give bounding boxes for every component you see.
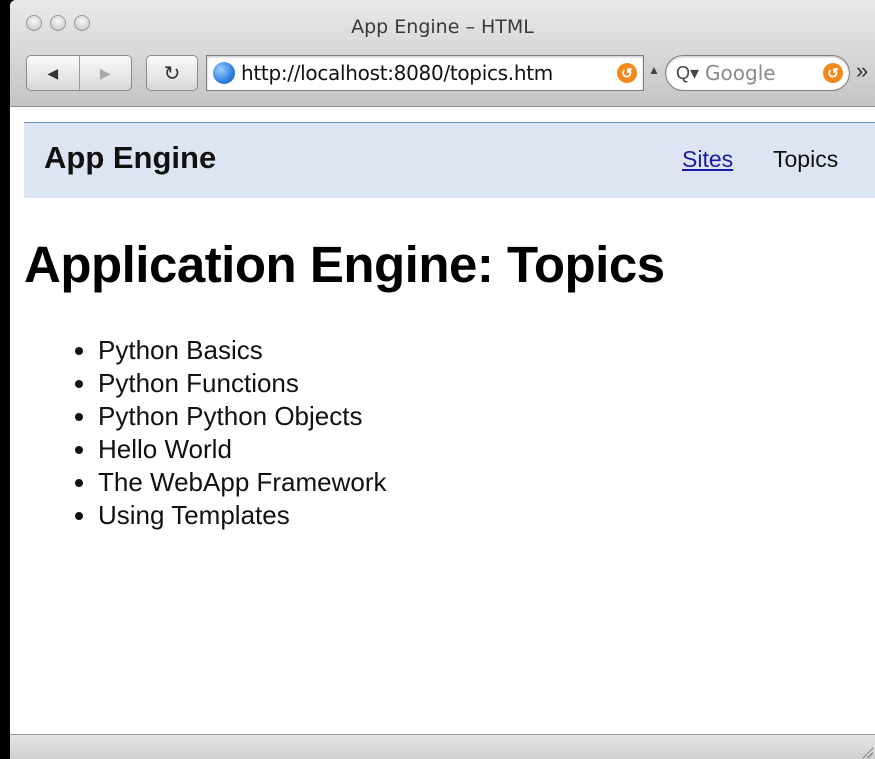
forward-button[interactable]: ▶ [78,56,132,90]
topics-list: Python Basics Python Functions Python Py… [30,334,387,532]
globe-icon [213,62,235,84]
search-placeholder: Google [705,61,776,85]
site-header: App Engine Sites Topics [24,122,875,198]
back-arrow-icon: ◀ [47,64,59,81]
status-bar [10,734,875,759]
address-url[interactable]: http://localhost:8080/topics.htm [241,61,553,85]
forward-arrow-icon: ▶ [99,64,111,81]
window-title: App Engine – HTML [351,16,534,38]
nav-item-topics: Topics [773,146,839,172]
list-item: Hello World [98,433,387,466]
list-item: Python Functions [98,367,387,400]
reload-button[interactable]: ↻ [146,55,198,91]
page-title: Application Engine: Topics [24,236,665,293]
back-button[interactable]: ◀ [27,56,79,90]
reload-icon: ↻ [163,62,181,85]
nav-link-sites[interactable]: Sites [682,146,733,173]
search-snapback-icon[interactable]: ↺ [823,63,843,83]
snapback-icon[interactable]: ↺ [617,63,637,83]
list-item: Python Basics [98,334,387,367]
page-content: App Engine Sites Topics Application Engi… [10,107,875,734]
browser-window: App Engine – HTML ◀ ▶ ↻ http://localhost… [10,0,875,759]
caret-up-icon[interactable]: ▲ [648,63,660,77]
list-item: Python Python Objects [98,400,387,433]
resize-grip-icon[interactable] [861,746,873,758]
toolbar-overflow-icon[interactable]: » [856,58,868,84]
address-bar[interactable]: http://localhost:8080/topics.htm ↺ [206,55,644,91]
browser-toolbar: App Engine – HTML ◀ ▶ ↻ http://localhost… [10,0,875,107]
list-item: The WebApp Framework [98,466,387,499]
history-navigation: ◀ ▶ [26,55,132,91]
search-field[interactable]: Q▾ Google ↺ [665,55,850,91]
search-icon[interactable]: Q▾ [676,63,699,84]
list-item: Using Templates [98,499,387,532]
site-brand: App Engine [44,140,217,175]
